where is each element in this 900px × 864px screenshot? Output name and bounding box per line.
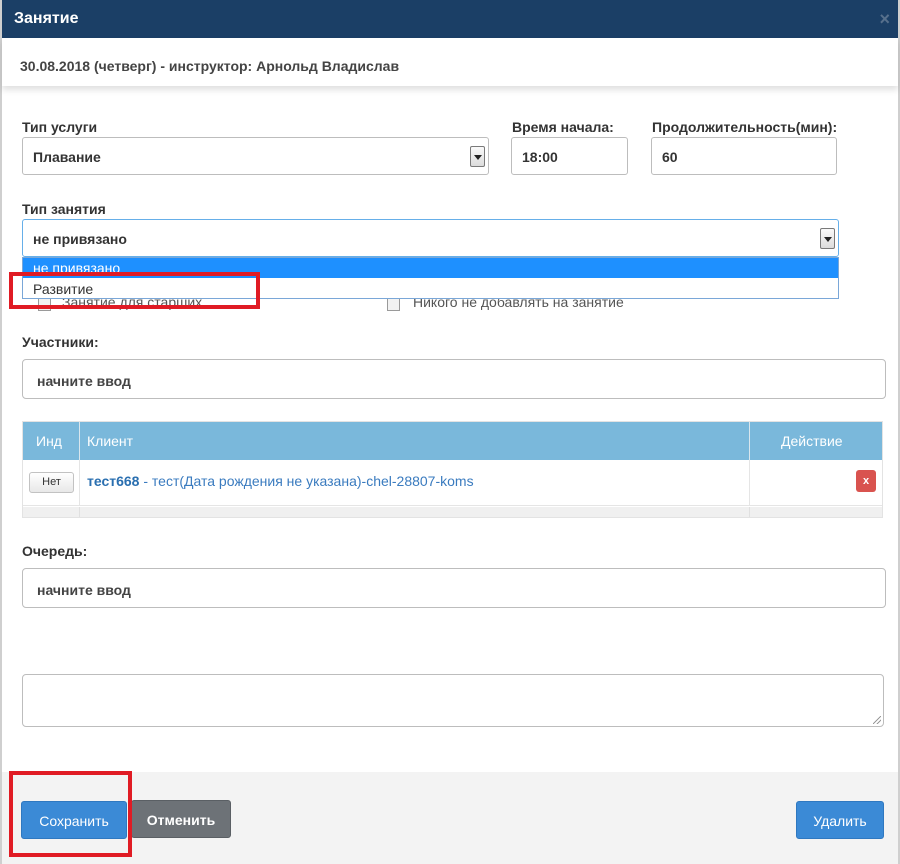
lesson-type-value: не привязано — [33, 231, 127, 247]
remove-participant-button[interactable]: x — [856, 470, 876, 492]
queue-label: Очередь: — [22, 543, 88, 559]
lesson-info: 30.08.2018 (четверг) - инструктор: Арнол… — [20, 58, 400, 74]
service-type-value: Плавание — [33, 149, 101, 165]
col-divider — [79, 507, 80, 517]
client-name[interactable]: тест668 — [87, 473, 139, 489]
no-add-checkbox[interactable] — [387, 298, 400, 311]
col-divider — [749, 507, 750, 517]
table-footer — [23, 507, 882, 517]
col-divider — [749, 422, 750, 460]
resize-handle-icon[interactable] — [873, 716, 881, 724]
close-icon[interactable]: × — [879, 10, 890, 28]
lesson-info-header: 30.08.2018 (четверг) - инструктор: Арнол… — [2, 38, 898, 86]
save-button[interactable]: Сохранить — [21, 801, 127, 839]
comment-textarea[interactable] — [22, 674, 884, 727]
participants-placeholder: начните ввод — [37, 373, 131, 389]
client-detail[interactable]: - тест(Дата рождения не указана)-chel-28… — [139, 473, 473, 489]
table-header: Инд Клиент Действие — [23, 422, 882, 460]
participants-input[interactable]: начните ввод — [22, 359, 886, 399]
lesson-modal: Занятие × 30.08.2018 (четверг) - инструк… — [0, 0, 900, 864]
col-ind: Инд — [36, 433, 62, 449]
chevron-down-icon[interactable] — [820, 228, 835, 249]
older-lesson-checkbox[interactable] — [38, 298, 51, 311]
start-time-input[interactable]: 18:00 — [511, 137, 628, 175]
participants-label: Участники: — [22, 334, 99, 350]
service-type-label: Тип услуги — [22, 119, 98, 135]
lesson-type-option-development[interactable]: Развитие — [23, 279, 838, 299]
col-client: Клиент — [87, 433, 134, 449]
queue-placeholder: начните ввод — [37, 582, 131, 598]
cancel-button[interactable]: Отменить — [131, 800, 231, 838]
modal-titlebar: Занятие × — [2, 0, 898, 38]
col-divider — [79, 422, 80, 460]
modal-title: Занятие — [14, 10, 79, 27]
col-divider — [79, 460, 80, 506]
delete-button[interactable]: Удалить — [796, 801, 884, 839]
table-row: Нет тест668 - тест(Дата рождения не указ… — [23, 460, 882, 506]
start-time-label: Время начала: — [512, 119, 614, 135]
individual-toggle-button[interactable]: Нет — [29, 472, 74, 493]
modal-footer: Сохранить Отменить Удалить — [2, 772, 898, 864]
duration-input[interactable]: 60 — [651, 137, 837, 175]
queue-input[interactable]: начните ввод — [22, 568, 886, 608]
duration-value: 60 — [662, 149, 678, 165]
duration-label: Продолжительность(мин): — [652, 119, 838, 135]
participants-table: Инд Клиент Действие Нет тест668 - тест(Д… — [22, 421, 883, 518]
col-divider — [749, 460, 750, 506]
lesson-type-select[interactable]: не привязано — [22, 219, 839, 257]
chevron-down-icon[interactable] — [470, 146, 485, 167]
service-type-select[interactable]: Плавание — [22, 137, 489, 175]
start-time-value: 18:00 — [522, 149, 558, 165]
col-action: Действие — [781, 433, 843, 449]
lesson-type-label: Тип занятия — [22, 201, 106, 217]
lesson-type-option-unbound[interactable]: не привязано — [23, 258, 838, 278]
lesson-type-dropdown: не привязано Развитие — [22, 257, 839, 299]
client-link[interactable]: тест668 - тест(Дата рождения не указана)… — [87, 473, 474, 489]
